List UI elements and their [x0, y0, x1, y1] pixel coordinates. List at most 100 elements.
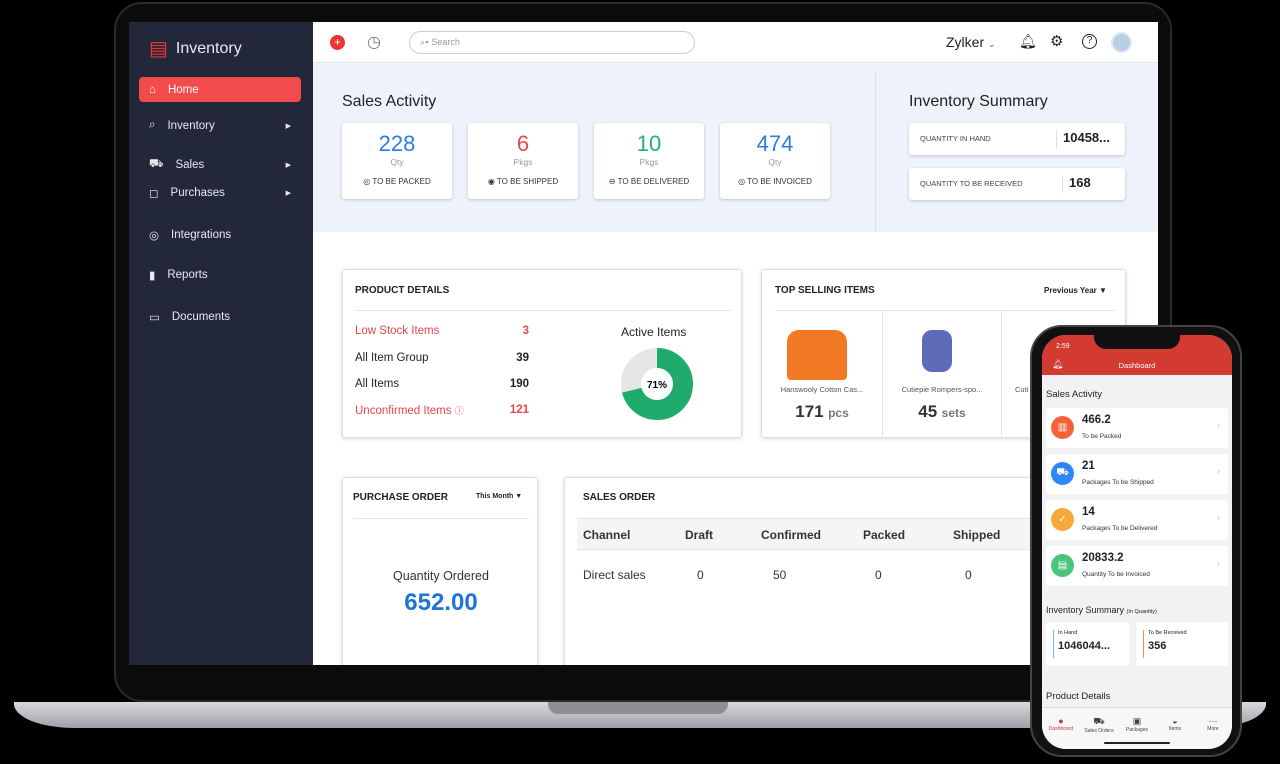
sales-activity-card[interactable]: 228 Qty ◎ TO BE PACKED: [342, 123, 452, 199]
column-header[interactable]: Channel: [583, 528, 630, 542]
table-cell: 50: [773, 568, 787, 582]
sidebar-item-purchases[interactable]: ◻ Purchases ▶: [139, 180, 301, 205]
card-value: 20833.2: [1082, 552, 1124, 564]
top-selling-title: TOP SELLING ITEMS: [775, 285, 875, 296]
phone-notch: [1094, 335, 1180, 349]
column-header[interactable]: Shipped: [953, 528, 1000, 542]
search-input[interactable]: ⌕▾ Search: [409, 31, 695, 54]
mobile-activity-card[interactable]: ⛟ 21 Packages To be Shipped ›: [1046, 454, 1228, 494]
card-unit: Qty: [768, 157, 782, 167]
qty-in-hand-card: QUANTITY IN HAND 10458...: [909, 123, 1125, 155]
purchase-order-title: PURCHASE ORDER: [353, 492, 449, 503]
mobile-product-title: Product Details: [1046, 691, 1111, 702]
org-switcher[interactable]: Zylker ⌄: [946, 34, 996, 50]
card-label: Packages To be Shipped: [1082, 479, 1154, 486]
product-details-panel: PRODUCT DETAILS Low Stock Items 3 All Ite…: [342, 269, 742, 438]
sidebar-item-sales[interactable]: ⛟ Sales ▶: [139, 152, 301, 177]
caret-right-icon: ▶: [285, 161, 291, 169]
folder-icon: ▭: [149, 311, 160, 324]
card-label: TO BE SHIPPED: [496, 177, 559, 186]
mobile-activity-card[interactable]: ✓ 14 Packages To be Delivered ›: [1046, 500, 1228, 540]
sales-activity-card[interactable]: 6 Pkgs ◉ TO BE SHIPPED: [468, 123, 578, 199]
mobile-app: 2:59 🔔︎ Dashboard Sales Activity ▥ 466.2 T…: [1042, 335, 1232, 749]
divider: [775, 310, 1115, 311]
item-name[interactable]: Cutiepie Rompers-spo...: [882, 385, 1002, 394]
tab-packages[interactable]: ▣ Packages: [1119, 716, 1155, 733]
mobile-header: 2:59 🔔︎ Dashboard: [1042, 335, 1232, 375]
add-icon[interactable]: +: [330, 35, 345, 50]
sidebar-item-integrations[interactable]: ◎ Integrations: [139, 222, 301, 247]
all-items-row[interactable]: All Items 190: [355, 378, 529, 390]
card-label: Packages To be Delivered: [1082, 525, 1158, 532]
delivery-icon: ⊖: [608, 177, 616, 186]
column-header[interactable]: Draft: [685, 528, 713, 542]
tab-sales-orders[interactable]: ⛟ Sales Orders: [1081, 716, 1117, 734]
bag-icon: ◻: [149, 187, 159, 200]
avatar[interactable]: [1111, 32, 1132, 53]
sales-activity-card[interactable]: 10 Pkgs ⊖ TO BE DELIVERED: [594, 123, 704, 199]
sidebar-item-reports[interactable]: ▮ Reports: [139, 262, 301, 287]
bell-icon[interactable]: 🔔︎: [1019, 33, 1037, 50]
unconfirmed-row[interactable]: Unconfirmed Items ⓘ 121: [355, 404, 529, 417]
tab-items[interactable]: ◒ Items: [1157, 716, 1193, 732]
inventory-summary-title: Inventory Summary: [909, 93, 1048, 110]
mobile-activity-card[interactable]: ▤ 20833.2 Quantity To be Invoiced ›: [1046, 546, 1228, 586]
card-value: 466.2: [1082, 414, 1111, 426]
history-icon[interactable]: ◷: [367, 32, 381, 52]
status-time: 2:59: [1056, 343, 1070, 350]
sidebar-item-documents[interactable]: ▭ Documents: [139, 304, 301, 329]
table-cell: 0: [697, 568, 704, 582]
item-name[interactable]: Hanswooly Cotton Cas...: [762, 385, 882, 394]
card-value: 228: [378, 131, 416, 156]
invoice-icon: ◎: [738, 177, 746, 186]
caret-down-icon: ▼: [1099, 286, 1107, 295]
period-dropdown[interactable]: This Month ▼: [476, 493, 522, 500]
chevron-right-icon: ›: [1217, 558, 1220, 568]
book-icon: ▤: [149, 38, 168, 60]
mobile-activity-card[interactable]: ▥ 466.2 To be Packed ›: [1046, 408, 1228, 448]
chevron-right-icon: ›: [1217, 420, 1220, 430]
sales-activity-card[interactable]: 474 Qty ◎ TO BE INVOICED: [720, 123, 830, 199]
mobile-title: Dashboard: [1118, 361, 1156, 370]
check-icon: ✓: [1051, 508, 1074, 531]
table-cell: Direct sales: [583, 568, 646, 582]
sidebar-item-home[interactable]: ⌂ Home: [139, 77, 301, 102]
help-icon[interactable]: ?: [1082, 34, 1097, 49]
sales-activity-title: Sales Activity: [342, 93, 437, 110]
donut-label: 71%: [647, 380, 667, 391]
sidebar-item-inventory[interactable]: ⌕ Inventory ▶: [139, 113, 301, 138]
item-image-romper: [922, 330, 952, 372]
app-logo[interactable]: ▤ Inventory: [149, 36, 242, 61]
integration-icon: ◎: [149, 229, 160, 242]
search-icon: ⌕▾: [420, 37, 432, 47]
item-name[interactable]: Cuti: [1015, 385, 1028, 394]
chevron-right-icon: ›: [1217, 512, 1220, 522]
desktop-app: ▤ Inventory ⌂ Home ⌕ Inventory ▶ ⛟ Sales ▶ ◻ Pu…: [129, 22, 1158, 665]
column-header[interactable]: Packed: [863, 528, 905, 542]
purchase-order-panel: PURCHASE ORDER This Month ▼ Quantity Ord…: [342, 477, 538, 665]
card-value: 21: [1082, 460, 1095, 472]
period-dropdown[interactable]: Previous Year ▼: [1044, 286, 1107, 295]
card-label: TO BE INVOICED: [747, 177, 812, 186]
quantity-ordered-value: 652.00: [404, 589, 478, 616]
column-header[interactable]: Confirmed: [761, 528, 821, 542]
item-group-row[interactable]: All Item Group 39: [355, 352, 529, 364]
card-label: TO BE DELIVERED: [617, 177, 690, 186]
active-items-donut: 71%: [621, 348, 693, 420]
active-items-label: Active Items: [621, 325, 687, 339]
card-label: To be Packed: [1082, 433, 1122, 440]
top-bar: + ◷ ⌕▾ Search Zylker ⌄ 🔔︎ ⚙ ?: [313, 22, 1158, 63]
gear-icon[interactable]: ⚙: [1050, 32, 1063, 50]
tab-more[interactable]: ··· More: [1195, 716, 1231, 732]
tab-dashboard[interactable]: ● Dashboard: [1043, 716, 1079, 732]
chevron-down-icon: ⌄: [988, 39, 996, 49]
chart-icon: ▮: [149, 269, 156, 282]
dashboard-icon: ●: [1058, 716, 1064, 726]
ship-icon: ◉: [487, 177, 495, 186]
table-cell: 0: [965, 568, 972, 582]
caret-right-icon: ▶: [285, 189, 291, 197]
card-unit: Qty: [390, 157, 404, 167]
sales-order-title: SALES ORDER: [583, 492, 656, 503]
divider: [353, 518, 529, 519]
low-stock-row[interactable]: Low Stock Items 3: [355, 325, 529, 337]
